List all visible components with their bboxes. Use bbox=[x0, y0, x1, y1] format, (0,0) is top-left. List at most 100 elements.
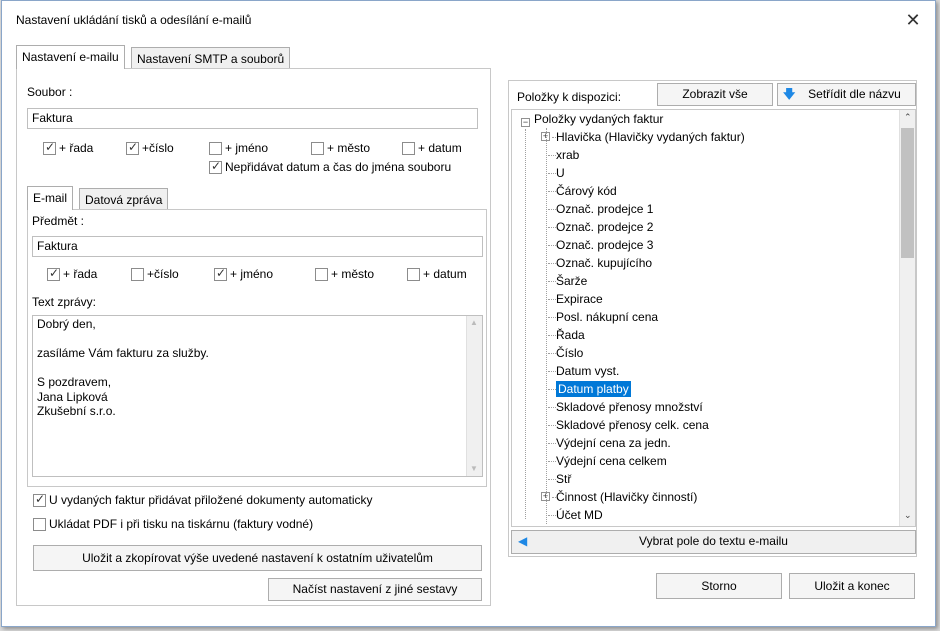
tree-item[interactable]: xrab bbox=[556, 146, 579, 164]
scroll-down-icon[interactable]: ⌄ bbox=[904, 510, 912, 521]
checkbox-label: Ukládat PDF i při tisku na tiskárnu (fak… bbox=[49, 517, 314, 531]
checkbox[interactable] bbox=[209, 159, 222, 174]
tree-scrollbar[interactable]: ⌃ ⌄ bbox=[899, 110, 915, 526]
sort-by-name-button[interactable]: 🡇 Setřídit dle názvu bbox=[777, 83, 916, 106]
tree-item[interactable]: Řada bbox=[556, 326, 585, 344]
email-settings-panel: Soubor : Faktura + řada +číslo + jméno +… bbox=[16, 68, 491, 606]
copy-settings-button[interactable]: Uložit a zkopírovat výše uvedené nastave… bbox=[33, 545, 482, 571]
checkbox[interactable] bbox=[33, 492, 46, 507]
sort-by-name-label: Setřídit dle názvu bbox=[808, 87, 901, 101]
tree-item[interactable]: U bbox=[556, 164, 565, 182]
tree-connector bbox=[548, 173, 556, 174]
tree-item-label: Řada bbox=[556, 328, 585, 342]
tab-email-settings[interactable]: Nastavení e-mailu bbox=[16, 45, 125, 69]
tree-connector bbox=[548, 353, 556, 354]
tree-item[interactable]: Účet MD bbox=[556, 506, 603, 524]
checkbox[interactable] bbox=[214, 266, 227, 281]
file-name-input[interactable]: Faktura bbox=[27, 108, 478, 129]
message-scrollbar[interactable]: ▲ ▼ bbox=[466, 316, 482, 476]
tree-item[interactable]: Výdejní cena celkem bbox=[556, 452, 667, 470]
tree-connector bbox=[548, 155, 556, 156]
tree-item-label: Šarže bbox=[556, 274, 588, 288]
message-body-label: Text zprávy: bbox=[32, 295, 97, 309]
tree-item-label: Označ. prodejce 2 bbox=[556, 220, 654, 234]
tree-connector bbox=[548, 191, 556, 192]
checkbox-label: Nepřidávat datum a čas do jména souboru bbox=[225, 160, 452, 174]
checkbox[interactable] bbox=[33, 518, 46, 531]
checkbox-label: + řada bbox=[63, 267, 98, 281]
tree-item[interactable]: Čárový kód bbox=[556, 182, 617, 200]
scroll-down-icon[interactable]: ▼ bbox=[470, 464, 478, 473]
tree-item-label: Činnost (Hlavičky činností) bbox=[556, 490, 698, 504]
checkbox-label: + jméno bbox=[230, 267, 274, 281]
tab-smtp-settings[interactable]: Nastavení SMTP a souborů bbox=[131, 47, 291, 69]
tree-connector bbox=[548, 479, 556, 480]
tree-item-label: Výdejní cena za jedn. bbox=[556, 436, 671, 450]
available-fields-panel: Položky k dispozici: Zobrazit vše 🡇 Setř… bbox=[508, 80, 917, 557]
settings-dialog: Nastavení ukládání tisků a odesílání e-m… bbox=[1, 0, 936, 627]
tree-item-label: Čárový kód bbox=[556, 184, 617, 198]
tree-item-label: Expirace bbox=[556, 292, 603, 306]
tree-item[interactable]: Označ. kupujícího bbox=[556, 254, 652, 272]
tree-item[interactable]: Datum vyst. bbox=[556, 362, 619, 380]
tree-connector bbox=[552, 137, 556, 138]
fields-tree[interactable]: − Položky vydaných faktur Hlavička (Hlav… bbox=[511, 109, 916, 527]
tree-connector bbox=[548, 461, 556, 462]
tree-item[interactable]: Označ. prodejce 2 bbox=[556, 218, 653, 236]
tree-item-label: Výdejní cena celkem bbox=[556, 454, 667, 468]
tree-item[interactable]: Šarže bbox=[556, 272, 587, 290]
tab-email[interactable]: E-mail bbox=[27, 186, 74, 210]
dialog-title: Nastavení ukládání tisků a odesílání e-m… bbox=[16, 13, 252, 27]
tab-data-message[interactable]: Datová zpráva bbox=[79, 188, 169, 210]
checkbox[interactable] bbox=[402, 142, 415, 155]
save-and-close-button[interactable]: Uložit a konec bbox=[789, 573, 915, 599]
load-settings-button[interactable]: Načíst nastavení z jiné sestavy bbox=[268, 578, 482, 601]
tree-item-label: Skladové přenosy celk. cena bbox=[556, 418, 709, 432]
tree-guide bbox=[546, 128, 547, 524]
tree-connector bbox=[548, 209, 556, 210]
tree-item[interactable]: Stř bbox=[556, 470, 571, 488]
checkbox-label: + jméno bbox=[225, 141, 269, 155]
tree-connector bbox=[548, 227, 556, 228]
subject-input[interactable]: Faktura bbox=[32, 236, 483, 257]
tree-item[interactable]: Činnost (Hlavičky činností) bbox=[556, 488, 697, 506]
tree-connector bbox=[548, 371, 556, 372]
tree-item[interactable]: Číslo bbox=[556, 344, 583, 362]
tree-item[interactable]: Skladové přenosy množství bbox=[556, 398, 703, 416]
checkbox[interactable] bbox=[311, 142, 324, 155]
checkbox[interactable] bbox=[209, 142, 222, 155]
checkbox[interactable] bbox=[43, 140, 56, 155]
tree-item[interactable]: Označ. prodejce 1 bbox=[556, 200, 653, 218]
cancel-button[interactable]: Storno bbox=[656, 573, 782, 599]
tree-item[interactable]: Datum platby bbox=[556, 380, 631, 398]
file-label: Soubor : bbox=[27, 85, 73, 99]
checkbox-label: + datum bbox=[418, 141, 462, 155]
checkbox[interactable] bbox=[407, 268, 420, 281]
arrow-left-icon: ◀ bbox=[518, 534, 528, 548]
tree-item[interactable]: Výdejní cena za jedn. bbox=[556, 434, 671, 452]
tree-connector bbox=[548, 281, 556, 282]
scroll-up-icon[interactable]: ▲ bbox=[470, 318, 478, 327]
checkbox[interactable] bbox=[131, 268, 144, 281]
scroll-up-icon[interactable]: ⌃ bbox=[904, 112, 912, 123]
collapse-icon[interactable]: − bbox=[521, 118, 530, 127]
scroll-thumb[interactable] bbox=[901, 128, 914, 258]
tree-item[interactable]: Skladové přenosy celk. cena bbox=[556, 416, 709, 434]
tree-item-label: U bbox=[556, 166, 565, 180]
checkbox[interactable] bbox=[47, 266, 60, 281]
show-all-button[interactable]: Zobrazit vše bbox=[657, 83, 773, 106]
close-icon[interactable]: ✕ bbox=[902, 9, 924, 31]
tree-item[interactable]: Expirace bbox=[556, 290, 603, 308]
tree-item[interactable]: Označ. prodejce 3 bbox=[556, 236, 653, 254]
message-body-textarea[interactable]: Dobrý den, zasíláme Vám fakturu za služb… bbox=[32, 315, 483, 477]
tree-root[interactable]: Položky vydaných faktur bbox=[534, 110, 663, 128]
select-field-button[interactable]: ◀ Vybrat pole do textu e-mailu bbox=[511, 530, 916, 554]
tree-item[interactable]: Hlavička (Hlavičky vydaných faktur) bbox=[556, 128, 745, 146]
checkbox[interactable] bbox=[315, 268, 328, 281]
tree-item-label: Skladové přenosy množství bbox=[556, 400, 703, 414]
tree-item-label: xrab bbox=[556, 148, 580, 162]
tree-item-label: Účet MD bbox=[556, 508, 603, 522]
available-fields-label: Položky k dispozici: bbox=[517, 90, 622, 104]
tree-item[interactable]: Posl. nákupní cena bbox=[556, 308, 658, 326]
checkbox[interactable] bbox=[126, 140, 139, 155]
